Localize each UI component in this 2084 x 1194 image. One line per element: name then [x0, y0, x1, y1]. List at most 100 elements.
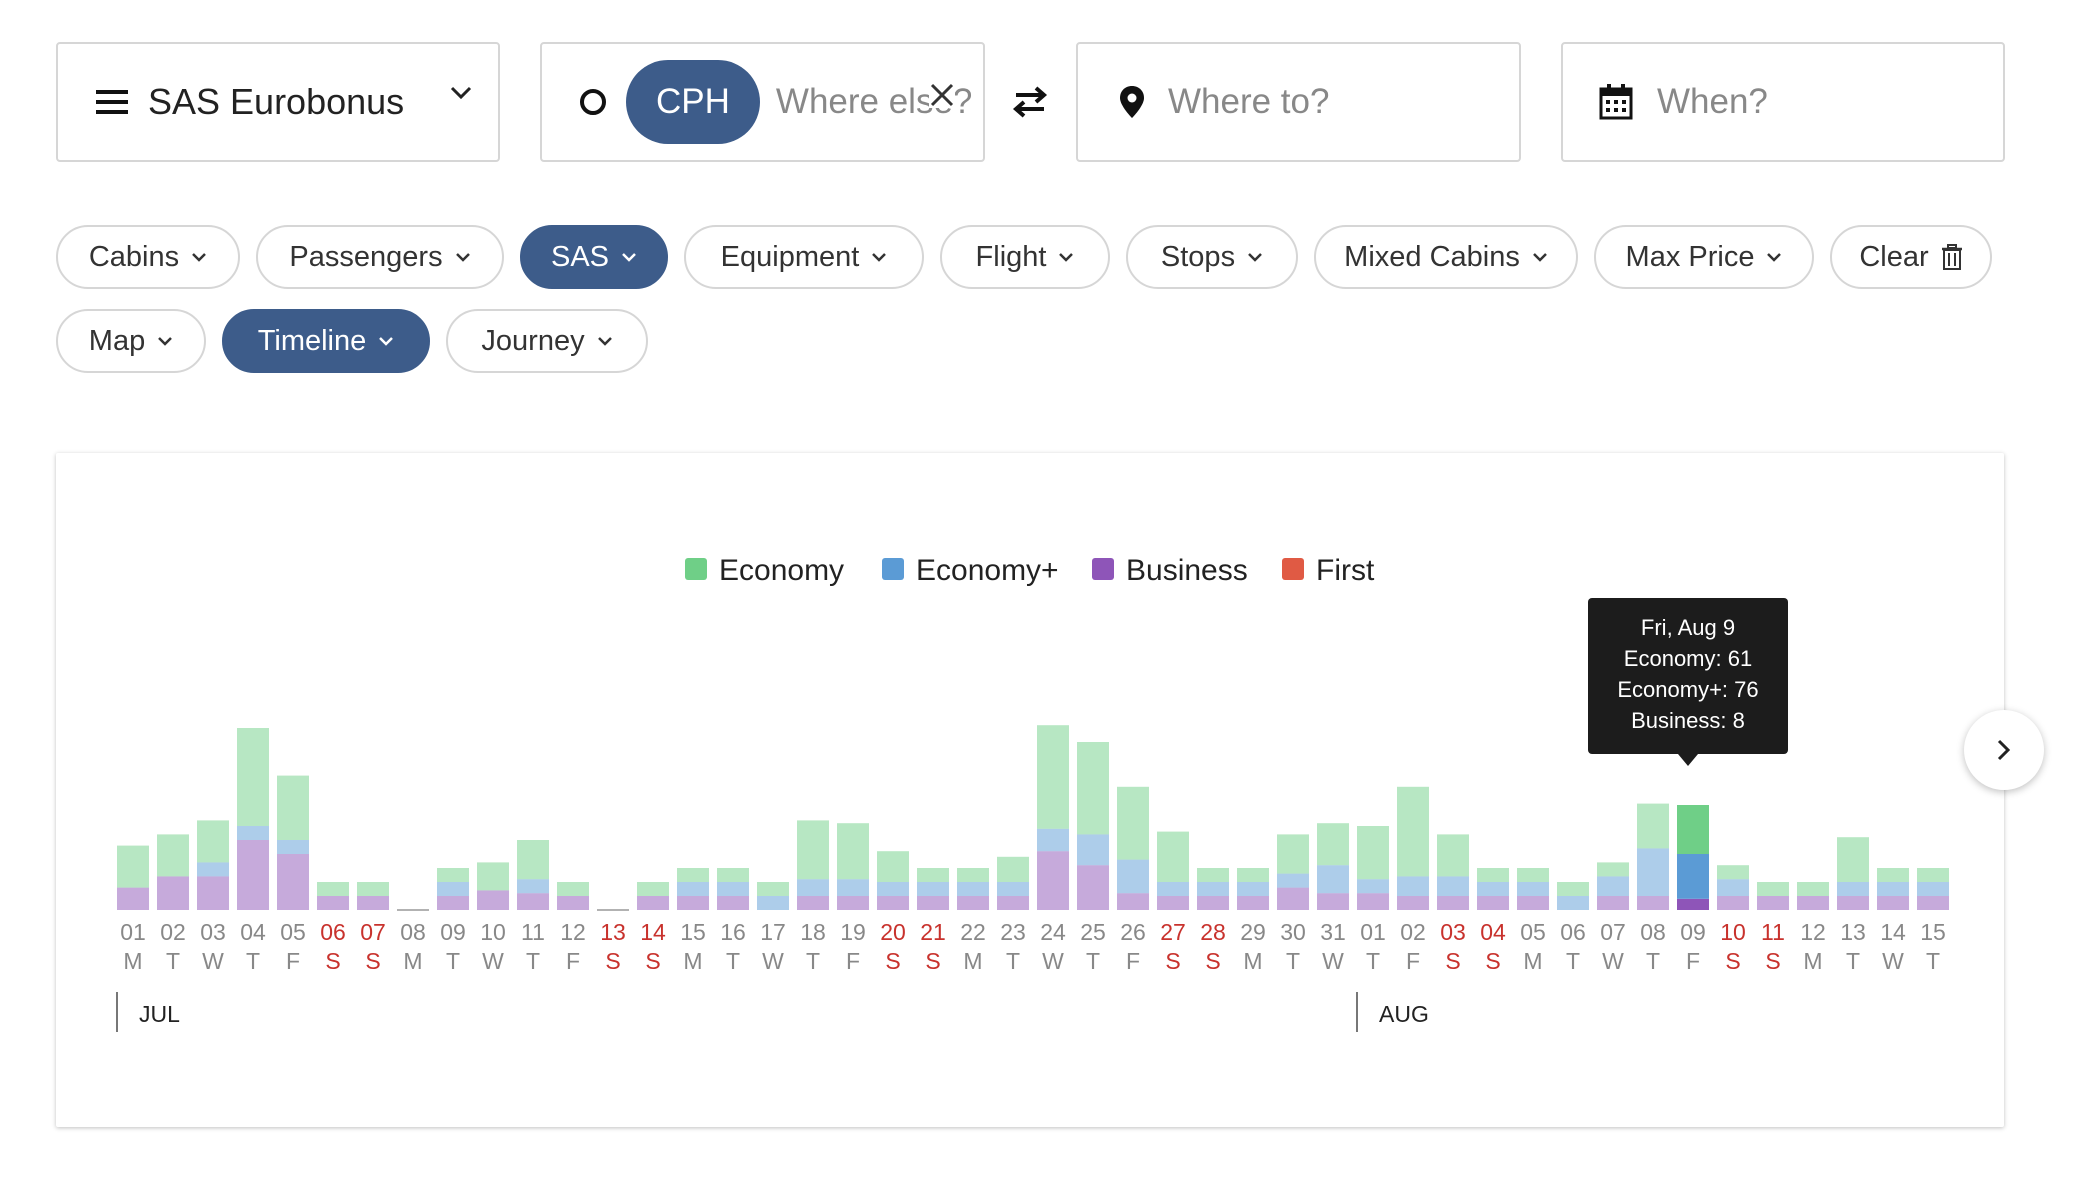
chart-bar-segment	[197, 820, 229, 863]
tick-label-weekday: T	[1926, 948, 1940, 974]
tick-label-weekday: M	[1523, 948, 1542, 974]
chart-bar-segment	[757, 896, 789, 910]
tick-label-day: 17	[760, 919, 786, 945]
legend-label: Economy+	[916, 554, 1059, 587]
tick-label-day: 03	[200, 919, 226, 945]
tick-label-weekday: W	[1042, 948, 1064, 974]
chart-bar-segment	[1237, 868, 1269, 882]
chart-bar-segment	[1917, 896, 1949, 910]
legend-swatch	[1092, 558, 1114, 580]
tick-label-weekday: F	[1686, 948, 1700, 974]
chart-bar-segment	[1797, 896, 1829, 910]
chart-bar-segment	[277, 854, 309, 910]
chart-bar-segment	[1557, 882, 1589, 896]
tick-label-weekday: F	[846, 948, 860, 974]
legend-swatch	[1282, 558, 1304, 580]
chart-bar-segment	[1317, 823, 1349, 866]
chart-bar-segment	[317, 882, 349, 896]
tick-label-day: 13	[1840, 919, 1866, 945]
chart-bar-segment	[1357, 826, 1389, 880]
chart-bar-segment	[437, 868, 469, 882]
chart-bar-segment	[1397, 876, 1429, 896]
chart-bar-segment	[1797, 882, 1829, 896]
tick-label-weekday: S	[1205, 948, 1220, 974]
tick-label-weekday: T	[726, 948, 740, 974]
tick-label-weekday: S	[925, 948, 940, 974]
tick-label-day: 15	[1920, 919, 1946, 945]
tick-label-weekday: F	[286, 948, 300, 974]
tick-label-weekday: T	[1006, 948, 1020, 974]
chart-bar-segment	[957, 882, 989, 896]
tick-label-weekday: M	[123, 948, 142, 974]
chart-bar-segment	[757, 882, 789, 896]
chart-bar-segment	[477, 862, 509, 891]
chart-bar-segment	[1357, 893, 1389, 910]
tick-label-day: 20	[880, 919, 906, 945]
chart-bar-segment	[837, 823, 869, 880]
tick-label-weekday: T	[246, 948, 260, 974]
tick-label-day: 16	[720, 919, 746, 945]
tick-label-day: 15	[680, 919, 706, 945]
chart-bar-segment	[557, 896, 589, 910]
tick-label-day: 07	[1600, 919, 1626, 945]
chart-bar-segment	[1557, 896, 1589, 910]
tick-label-weekday: T	[1286, 948, 1300, 974]
tooltip-economy: Economy: 61	[1623, 646, 1753, 671]
legend-label: Business	[1126, 554, 1248, 587]
chart-bar-segment	[1197, 896, 1229, 910]
month-label: JUL	[139, 1001, 180, 1027]
chart-bar-segment	[1117, 859, 1149, 894]
tick-label-weekday: T	[1566, 948, 1580, 974]
tick-label-day: 10	[1720, 919, 1746, 945]
tooltip-economy-plus: Economy+: 76	[1617, 677, 1759, 702]
tick-label-weekday: S	[325, 948, 340, 974]
tick-label-day: 25	[1080, 919, 1106, 945]
tick-label-day: 31	[1320, 919, 1346, 945]
tick-label-day: 24	[1040, 919, 1066, 945]
chart-bar-segment	[117, 887, 149, 910]
chart-bar-segment	[797, 820, 829, 880]
next-page-button[interactable]	[1964, 710, 2044, 790]
chart-bar-segment	[957, 896, 989, 910]
chart-bar-segment	[1277, 887, 1309, 910]
tick-label-day: 21	[920, 919, 946, 945]
chart-bar-segment	[1877, 896, 1909, 910]
chart-bar-segment	[877, 896, 909, 910]
chart-bar-segment	[1717, 879, 1749, 896]
chart-bar-segment	[1837, 882, 1869, 896]
chart-bar-segment	[1277, 873, 1309, 888]
tick-label-day: 19	[840, 919, 866, 945]
legend-swatch	[685, 558, 707, 580]
tick-label-weekday: T	[446, 948, 460, 974]
chart-bar-segment	[1077, 865, 1109, 910]
tick-label-day: 18	[800, 919, 826, 945]
tick-label-weekday: M	[403, 948, 422, 974]
tick-label-weekday: S	[1765, 948, 1780, 974]
chart-bar-segment	[1437, 876, 1469, 896]
chart-bar-segment	[917, 896, 949, 910]
chart-tooltip: Fri, Aug 9 Economy: 61 Economy+: 76 Busi…	[1588, 598, 1788, 766]
tick-label-day: 30	[1280, 919, 1306, 945]
tick-label-day: 08	[1640, 919, 1666, 945]
tick-label-day: 23	[1000, 919, 1026, 945]
chart-bar-segment	[1237, 896, 1269, 910]
tick-label-day: 12	[1800, 919, 1826, 945]
chart-bar-segment	[677, 868, 709, 882]
chart-bar-segment	[1677, 854, 1709, 899]
chart-bar-segment	[1037, 725, 1069, 829]
chart-bar-segment	[717, 882, 749, 896]
chart-bar-segment	[837, 879, 869, 896]
chart-bar-segment	[1517, 896, 1549, 910]
tick-label-weekday: S	[1725, 948, 1740, 974]
tick-label-day: 06	[320, 919, 346, 945]
chart-bar-segment	[1237, 882, 1269, 896]
chart-bar-segment	[1757, 882, 1789, 896]
tick-label-weekday: T	[526, 948, 540, 974]
chart-bar-segment	[157, 876, 189, 910]
chart-bar-segment	[317, 896, 349, 910]
chart-bar-segment	[117, 845, 149, 888]
chart-bar-segment	[717, 896, 749, 910]
chart-bar-segment	[997, 856, 1029, 882]
legend-swatch	[882, 558, 904, 580]
chart-bar-segment	[1037, 828, 1069, 852]
